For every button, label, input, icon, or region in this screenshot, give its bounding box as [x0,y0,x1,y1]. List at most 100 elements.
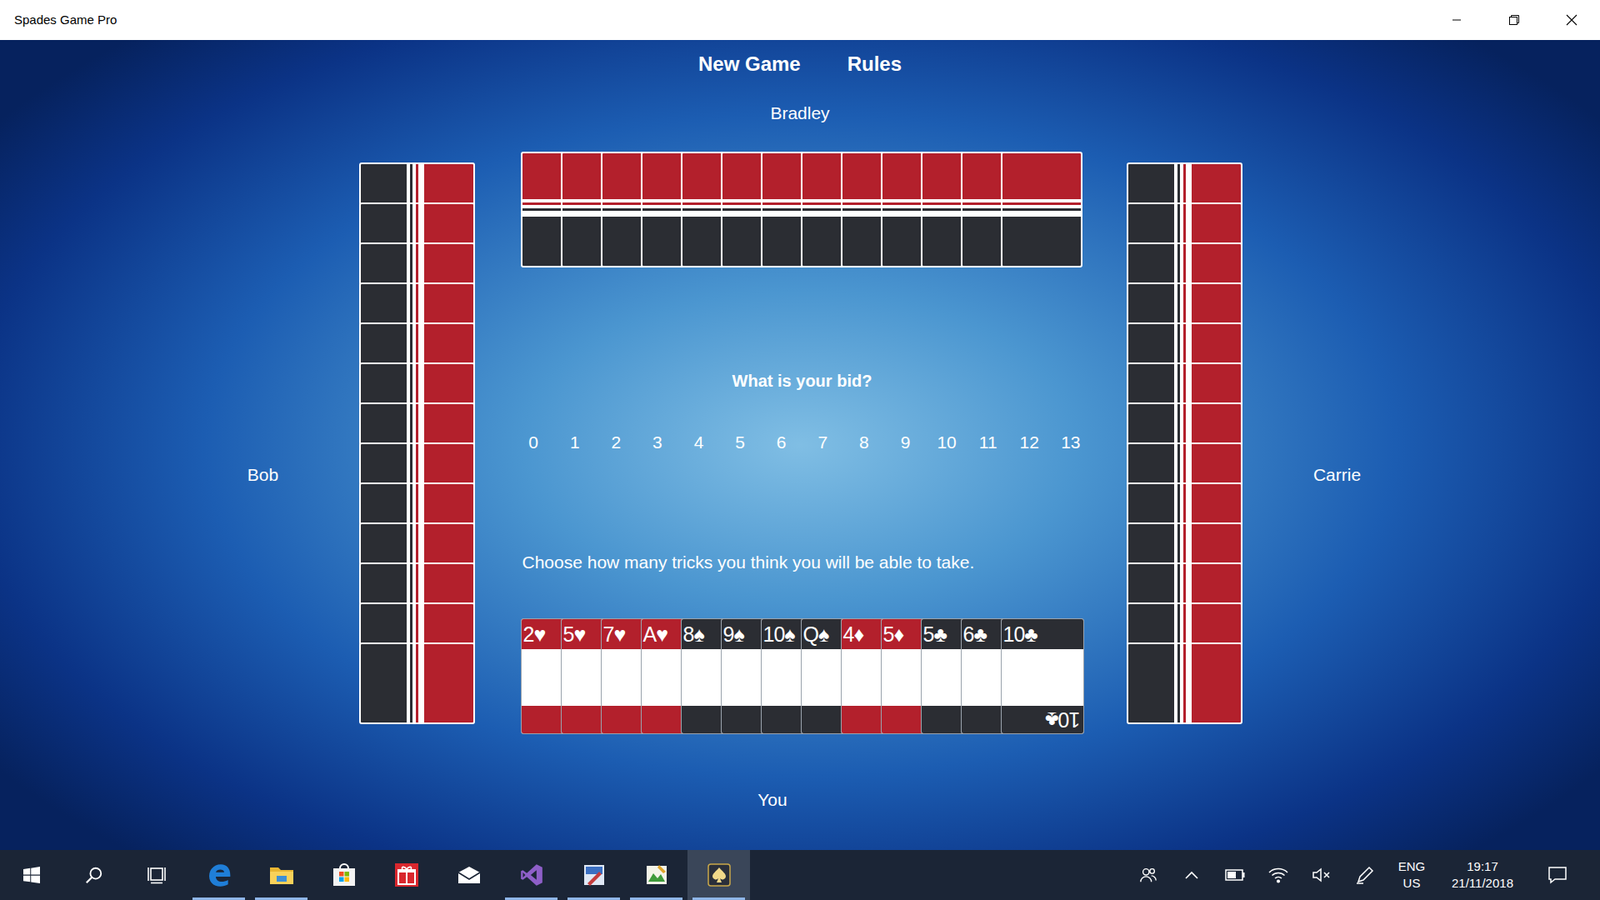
opponent-hand [1126,162,1243,725]
opponent-hand [359,162,475,725]
search-button[interactable] [62,850,125,900]
bid-option[interactable]: 2 [595,431,638,454]
editor-icon[interactable] [582,863,606,887]
app-window: Spades Game Pro New Game Rules Bradley Bo… [0,0,1600,900]
bid-option[interactable]: 13 [1050,431,1092,454]
taskbar-app[interactable] [625,850,688,900]
menu-item[interactable]: New Game [698,51,801,77]
people-icon[interactable] [1139,865,1158,885]
bid-option[interactable]: 0 [512,431,555,454]
taskbar-app[interactable] [687,850,750,900]
chevron-tray[interactable] [1170,850,1214,900]
language-indicator[interactable]: ENGUS [1386,858,1437,892]
taskbar-app[interactable] [437,850,500,900]
muted-tray[interactable] [1300,850,1344,900]
minimize-icon[interactable] [1451,15,1462,25]
bid-hint: Choose how many tricks you think you wil… [520,551,1085,574]
clock[interactable]: 19:1721/11/2018 [1436,858,1529,892]
bid-option[interactable]: 8 [843,431,885,454]
bid-option[interactable]: 3 [636,431,679,454]
window-title: Spades Game Pro [0,11,117,29]
player-name: Bradley [770,102,830,125]
system-tray: ENGUS19:1721/11/2018 [1126,850,1600,900]
player-name: Carrie [1254,464,1421,486]
taskbar-app[interactable] [312,850,375,900]
vs-icon[interactable] [520,863,544,887]
store-icon[interactable] [331,863,357,887]
bid-prompt: What is your bid? [520,370,1085,392]
menu-item[interactable]: Rules [847,51,902,77]
taskbar-app[interactable] [187,850,250,900]
language-text: US [1386,875,1437,892]
taskbar-app[interactable] [562,850,625,900]
muted-icon[interactable] [1311,866,1332,884]
player-hand: 2♥5♥7♥A♥8♠9♠10♠Q♠4♦5♦5♣6♣10♣10♣ [520,618,1085,735]
bid-option[interactable]: 1 [554,431,596,454]
notification-icon[interactable] [1547,865,1568,885]
people-tray[interactable] [1126,850,1170,900]
wifi-tray[interactable] [1256,850,1300,900]
bid-option[interactable]: 6 [760,431,803,454]
chevron-icon[interactable] [1185,870,1199,880]
taskbar-app[interactable] [250,850,313,900]
play-area: Bob What is your bid? 012345678910111213… [180,151,1421,735]
close-button[interactable] [1542,0,1600,40]
card-rank: 10♣ [1001,619,1084,650]
running-indicator [255,897,308,900]
pen-icon[interactable] [1355,865,1375,885]
center-area: What is your bid? 012345678910111213 Cho… [520,151,1085,735]
bid-option[interactable]: 9 [885,431,927,454]
taskbar: ENGUS19:1721/11/2018 [0,850,1600,900]
restore-icon[interactable] [1509,15,1520,25]
action-center-button[interactable] [1528,850,1587,900]
battery-tray[interactable] [1213,850,1257,900]
clock-date: 21/11/2018 [1436,875,1529,892]
title-bar: Spades Game Pro [0,0,1600,40]
taskview-icon[interactable] [146,865,167,885]
pen-tray[interactable] [1343,850,1387,900]
bid-option[interactable]: 7 [802,431,845,454]
clock-time: 19:17 [1436,858,1529,875]
explorer-icon[interactable] [269,864,295,886]
bid-option[interactable]: 4 [678,431,720,454]
edge-icon[interactable] [205,861,233,889]
taskbar-apps [0,850,750,900]
start-icon[interactable] [23,866,40,884]
search-icon[interactable] [85,865,104,885]
card-back [359,642,475,725]
running-indicator [505,897,558,900]
language-text: ENG [1386,858,1437,875]
running-indicator [692,897,745,900]
player-name: Bob [180,464,347,486]
card-corner: 10♣ [1045,709,1080,730]
running-indicator [567,897,620,900]
playing-card[interactable]: 10♣ 10♣ [1000,618,1085,735]
bid-option[interactable]: 11 [967,431,1010,454]
start-button[interactable] [0,850,63,900]
gift-icon[interactable] [394,862,420,888]
bid-option[interactable]: 5 [719,431,761,454]
paint-icon[interactable] [645,863,669,887]
game-table: New Game Rules Bradley Bob What is your b… [0,40,1600,850]
wifi-icon[interactable] [1268,866,1289,884]
bid-options: 012345678910111213 [512,431,1091,454]
menu-bar: New Game Rules [698,40,902,77]
mail-icon[interactable] [456,865,482,885]
card-back [1000,151,1083,268]
running-indicator [192,897,245,900]
card-back [1126,642,1243,725]
taskbar-app[interactable] [500,850,563,900]
bid-option[interactable]: 12 [1008,431,1050,454]
minimize-button[interactable] [1427,0,1485,40]
spades-icon[interactable] [706,862,732,888]
bid-option[interactable]: 10 [925,431,968,454]
restore-button[interactable] [1485,0,1543,40]
card-bottom: 10♣ [1001,705,1084,734]
close-icon[interactable] [1565,14,1578,26]
battery-icon[interactable] [1225,869,1245,881]
card-face [1001,649,1084,706]
running-indicator [630,897,683,900]
player-name: You [757,789,787,811]
taskview-button[interactable] [125,850,188,900]
taskbar-app[interactable] [375,850,438,900]
